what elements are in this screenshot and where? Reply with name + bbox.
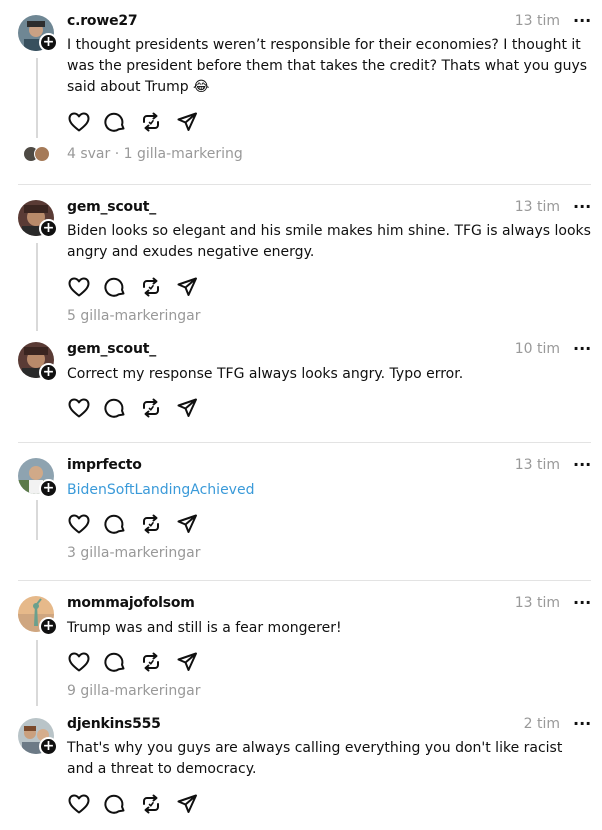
timestamp: 13 tim: [514, 457, 560, 473]
post-stats[interactable]: 3 gilla-markeringar: [67, 545, 200, 561]
send-icon[interactable]: [175, 512, 199, 536]
timestamp: 13 tim: [514, 13, 560, 29]
more-options-icon[interactable]: ···: [573, 593, 591, 612]
username[interactable]: djenkins555: [67, 716, 161, 732]
follow-plus-icon[interactable]: +: [39, 363, 58, 382]
more-options-icon[interactable]: ···: [573, 455, 591, 474]
repost-icon[interactable]: [139, 275, 163, 299]
hashtag-link[interactable]: BidenSoftLandingAchieved: [67, 480, 592, 501]
divider: [18, 442, 591, 443]
post-text: Correct my response TFG always looks ang…: [67, 366, 464, 382]
comment-icon[interactable]: [103, 792, 127, 816]
comment-icon[interactable]: [103, 396, 127, 420]
heart-icon[interactable]: [67, 275, 91, 299]
comment-icon[interactable]: [103, 275, 127, 299]
action-bar: [67, 650, 207, 674]
mini-avatar: [34, 146, 50, 162]
follow-plus-icon[interactable]: +: [39, 33, 58, 52]
comment-icon[interactable]: [103, 650, 127, 674]
more-options-icon[interactable]: ···: [573, 197, 591, 216]
username[interactable]: imprfecto: [67, 457, 142, 473]
follow-plus-icon[interactable]: +: [39, 737, 58, 756]
action-bar: [67, 792, 207, 816]
more-options-icon[interactable]: ···: [573, 11, 591, 30]
post-text: That's why you guys are always calling e…: [67, 740, 563, 777]
more-options-icon[interactable]: ···: [573, 339, 591, 358]
timestamp: 13 tim: [514, 595, 560, 611]
follow-plus-icon[interactable]: +: [39, 617, 58, 636]
repost-icon[interactable]: [139, 650, 163, 674]
send-icon[interactable]: [175, 792, 199, 816]
username[interactable]: c.rowe27: [67, 13, 138, 29]
timestamp: 13 tim: [514, 199, 560, 215]
send-icon[interactable]: [175, 650, 199, 674]
comment-icon[interactable]: [103, 512, 127, 536]
follow-plus-icon[interactable]: +: [39, 479, 58, 498]
thread-line: [36, 58, 38, 138]
post-stats[interactable]: 9 gilla-markeringar: [67, 683, 200, 699]
more-options-icon[interactable]: ···: [573, 714, 591, 733]
action-bar: [67, 275, 207, 299]
post-stats[interactable]: 5 gilla-markeringar: [67, 308, 200, 324]
divider: [18, 580, 591, 581]
action-bar: [67, 396, 207, 420]
action-bar: [67, 110, 207, 134]
username[interactable]: gem_scout_: [67, 199, 156, 215]
follow-plus-icon[interactable]: +: [39, 219, 58, 238]
divider: [18, 184, 591, 185]
thread-line: [36, 500, 38, 540]
timestamp: 10 tim: [514, 341, 560, 357]
comment-icon[interactable]: [103, 110, 127, 134]
thread-line: [36, 243, 38, 331]
heart-icon[interactable]: [67, 110, 91, 134]
repost-icon[interactable]: [139, 110, 163, 134]
post-text: I thought presidents weren’t responsible…: [67, 37, 588, 95]
username[interactable]: gem_scout_: [67, 341, 156, 357]
heart-icon[interactable]: [67, 512, 91, 536]
send-icon[interactable]: [175, 110, 199, 134]
reply-avatars: [23, 146, 55, 166]
username[interactable]: mommajofolsom: [67, 595, 195, 611]
action-bar: [67, 512, 207, 536]
heart-icon[interactable]: [67, 650, 91, 674]
heart-icon[interactable]: [67, 396, 91, 420]
repost-icon[interactable]: [139, 792, 163, 816]
thread-line: [36, 640, 38, 706]
heart-icon[interactable]: [67, 792, 91, 816]
post-text: Biden looks so elegant and his smile mak…: [67, 223, 591, 260]
timestamp: 2 tim: [523, 716, 560, 732]
send-icon[interactable]: [175, 396, 199, 420]
send-icon[interactable]: [175, 275, 199, 299]
post-text: Trump was and still is a fear mongerer!: [67, 620, 342, 636]
post-stats[interactable]: 4 svar · 1 gilla-markering: [67, 146, 243, 162]
repost-icon[interactable]: [139, 396, 163, 420]
repost-icon[interactable]: [139, 512, 163, 536]
